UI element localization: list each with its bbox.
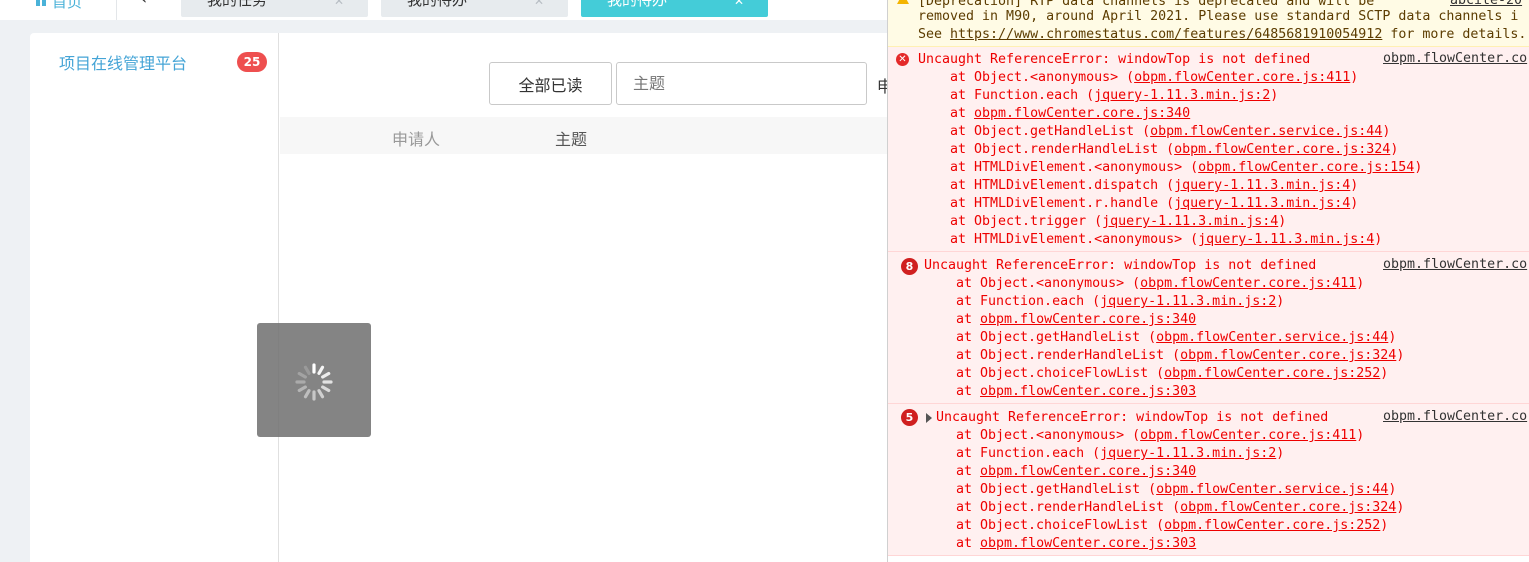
- stack-frame: at obpm.flowCenter.core.js:340: [956, 312, 1197, 327]
- repeat-count-badge: 8: [901, 258, 918, 275]
- console-warning-message: [Deprecation] RTP data channels is depre…: [888, 0, 1529, 47]
- tab-my-todo[interactable]: 我的待办 ✕: [381, 0, 568, 17]
- stack-frame: at Object.renderHandleList (obpm.flowCen…: [956, 348, 1405, 363]
- stack-frame-link[interactable]: obpm.flowCenter.core.js:411: [1140, 276, 1356, 291]
- stack-frame-link[interactable]: obpm.flowCenter.core.js:324: [1180, 500, 1396, 515]
- sidebar: 项目在线管理平台 25: [30, 33, 279, 562]
- stack-frame-link[interactable]: obpm.flowCenter.core.js:340: [980, 312, 1196, 327]
- warning-line: removed in M90, around April 2021. Pleas…: [918, 9, 1519, 24]
- stack-frame-link[interactable]: jquery-1.11.3.min.js:4: [1174, 196, 1350, 211]
- stack-frame: at Function.each (jquery-1.11.3.min.js:2…: [956, 294, 1285, 309]
- sidebar-item-project-platform[interactable]: 项目在线管理平台: [59, 50, 187, 74]
- sidebar-item-label: 项目在线管理平台: [59, 54, 188, 73]
- stack-frame-link[interactable]: obpm.flowCenter.core.js:411: [1134, 70, 1350, 85]
- stack-frame: at Object.<anonymous> (obpm.flowCenter.c…: [950, 70, 1359, 85]
- column-header-applicant[interactable]: 申请人: [392, 126, 440, 150]
- mark-all-read-button[interactable]: 全部已读: [489, 62, 612, 105]
- stack-frame-link[interactable]: obpm.flowCenter.core.js:411: [1140, 428, 1356, 443]
- warning-line: See https://www.chromestatus.com/feature…: [918, 26, 1526, 44]
- stack-frame: at HTMLDivElement.<anonymous> (jquery-1.…: [950, 232, 1383, 247]
- stack-frame-link[interactable]: obpm.flowCenter.core.js:324: [1180, 348, 1396, 363]
- tab-bar: 首页 ‹ 我的任务 ✕ 我的待办 ✕ 我的待办 ✕: [0, 0, 887, 20]
- stack-frame-link[interactable]: jquery-1.11.3.min.js:4: [1174, 178, 1350, 193]
- stack-frame-link[interactable]: obpm.flowCenter.service.js:44: [1156, 482, 1388, 497]
- stack-frame: at Object.renderHandleList (obpm.flowCen…: [950, 142, 1399, 157]
- expand-arrow-icon[interactable]: [926, 413, 932, 423]
- error-source-link[interactable]: obpm.flowCenter.co: [1383, 409, 1527, 424]
- stack-frame-link[interactable]: obpm.flowCenter.core.js:324: [1174, 142, 1390, 157]
- warning-source-link[interactable]: abcite-20: [1450, 0, 1522, 8]
- stack-frame-link[interactable]: jquery-1.11.3.min.js:4: [1102, 214, 1278, 229]
- close-icon[interactable]: ✕: [734, 0, 744, 8]
- error-source-link[interactable]: obpm.flowCenter.co: [1383, 257, 1527, 272]
- stack-frame: at Object.trigger (jquery-1.11.3.min.js:…: [950, 214, 1287, 229]
- stack-frame: at obpm.flowCenter.core.js:340: [956, 464, 1197, 479]
- stack-frame: at HTMLDivElement.r.handle (jquery-1.11.…: [950, 196, 1359, 211]
- tab-home-label: 首页: [52, 0, 83, 11]
- stack-frame-link[interactable]: jquery-1.11.3.min.js:4: [1198, 232, 1374, 247]
- stack-frame-link[interactable]: obpm.flowCenter.core.js:340: [980, 464, 1196, 479]
- loading-overlay: [257, 323, 371, 437]
- stack-frame-link[interactable]: obpm.flowCenter.core.js:303: [980, 536, 1196, 551]
- loading-spinner-icon: [295, 363, 333, 401]
- stack-frame: at obpm.flowCenter.core.js:340: [950, 106, 1191, 121]
- tab-my-tasks[interactable]: 我的任务 ✕: [181, 0, 368, 17]
- error-source-link[interactable]: obpm.flowCenter.co: [1383, 51, 1527, 66]
- stack-frame: at Object.choiceFlowList (obpm.flowCente…: [956, 518, 1389, 533]
- stack-frame-link[interactable]: obpm.flowCenter.core.js:252: [1164, 366, 1380, 381]
- console-error-message[interactable]: ✕ Uncaught ReferenceError: windowTop is …: [888, 47, 1529, 252]
- stack-frame: at Function.each (jquery-1.11.3.min.js:2…: [956, 446, 1285, 461]
- stack-frame: at Object.<anonymous> (obpm.flowCenter.c…: [956, 428, 1365, 443]
- stack-frame-link[interactable]: obpm.flowCenter.core.js:252: [1164, 518, 1380, 533]
- home-icon: [36, 0, 46, 6]
- repeat-count-badge: 5: [901, 409, 918, 426]
- chromestatus-link[interactable]: https://www.chromestatus.com/features/64…: [950, 27, 1382, 42]
- warning-text: See: [918, 27, 951, 42]
- main-panel: 项目在线管理平台 25 全部已读 申 申请人 主题: [30, 33, 887, 562]
- console-error-message[interactable]: 5 Uncaught ReferenceError: windowTop is …: [888, 404, 1529, 556]
- error-text: Uncaught ReferenceError: windowTop is no…: [924, 258, 1317, 273]
- stack-frame-link[interactable]: obpm.flowCenter.service.js:44: [1156, 330, 1388, 345]
- stack-frame: at HTMLDivElement.dispatch (jquery-1.11.…: [950, 178, 1359, 193]
- stack-frame-link[interactable]: obpm.flowCenter.core.js:303: [980, 384, 1196, 399]
- tab-my-todo-active[interactable]: 我的待办 ✕: [581, 0, 768, 17]
- stack-frame-link[interactable]: obpm.flowCenter.core.js:340: [974, 106, 1190, 121]
- stack-frame-link[interactable]: obpm.flowCenter.core.js:154: [1198, 160, 1414, 175]
- toolbar: 全部已读: [489, 62, 867, 105]
- tab-label: 我的任务: [207, 0, 268, 9]
- unread-count-badge: 25: [237, 52, 267, 72]
- stack-frame-link[interactable]: jquery-1.11.3.min.js:2: [1100, 294, 1276, 309]
- warning-text: for more details.: [1382, 27, 1527, 42]
- tabs-scroll-left-button[interactable]: ‹: [140, 0, 147, 9]
- stack-frame: at Object.getHandleList (obpm.flowCenter…: [956, 330, 1397, 345]
- stack-frame: at Object.renderHandleList (obpm.flowCen…: [956, 500, 1405, 515]
- stack-frame: at obpm.flowCenter.core.js:303: [956, 384, 1197, 399]
- table-header: 申请人 主题: [280, 117, 887, 154]
- close-icon[interactable]: ✕: [534, 0, 544, 8]
- warning-icon: [897, 0, 909, 4]
- stack-frame: at Object.choiceFlowList (obpm.flowCente…: [956, 366, 1389, 381]
- close-icon[interactable]: ✕: [334, 0, 344, 8]
- stack-frame-link[interactable]: obpm.flowCenter.service.js:44: [1150, 124, 1382, 139]
- error-text: Uncaught ReferenceError: windowTop is no…: [936, 410, 1329, 425]
- tab-home[interactable]: 首页: [36, 0, 82, 11]
- toolbar-overflow-label: 申: [877, 77, 887, 96]
- stack-frame: at Object.getHandleList (obpm.flowCenter…: [956, 482, 1397, 497]
- stack-frame: at Function.each (jquery-1.11.3.min.js:2…: [950, 88, 1279, 103]
- stack-frame-link[interactable]: jquery-1.11.3.min.js:2: [1094, 88, 1270, 103]
- subject-search-input[interactable]: [616, 62, 867, 105]
- error-icon: ✕: [896, 53, 909, 66]
- tab-label: 我的待办: [607, 0, 668, 9]
- tab-separator: [116, 0, 117, 20]
- stack-frame-link[interactable]: jquery-1.11.3.min.js:2: [1100, 446, 1276, 461]
- stack-frame: at Object.<anonymous> (obpm.flowCenter.c…: [956, 276, 1365, 291]
- stack-frame: at HTMLDivElement.<anonymous> (obpm.flow…: [950, 160, 1423, 175]
- column-header-subject[interactable]: 主题: [555, 126, 587, 150]
- devtools-console: [Deprecation] RTP data channels is depre…: [887, 0, 1529, 562]
- tab-label: 我的待办: [407, 0, 468, 9]
- stack-frame: at obpm.flowCenter.core.js:303: [956, 536, 1197, 551]
- stack-frame: at Object.getHandleList (obpm.flowCenter…: [950, 124, 1391, 139]
- console-error-message[interactable]: 8 Uncaught ReferenceError: windowTop is …: [888, 252, 1529, 404]
- error-text: Uncaught ReferenceError: windowTop is no…: [918, 52, 1311, 67]
